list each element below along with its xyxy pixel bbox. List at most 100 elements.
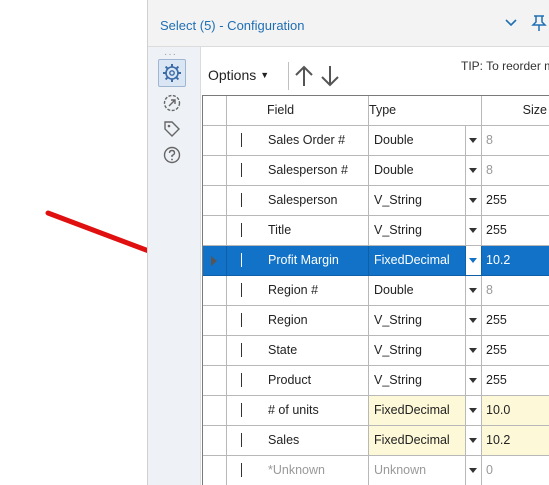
row-indicator[interactable]: [203, 156, 227, 186]
type-dropdown-button[interactable]: [466, 366, 482, 396]
include-checkbox[interactable]: [241, 343, 242, 357]
field-name-cell[interactable]: Sales Order #: [241, 126, 369, 156]
field-name-cell[interactable]: State: [241, 336, 369, 366]
table-row[interactable]: Salesperson # Double 8: [203, 156, 549, 186]
field-name-cell[interactable]: Region #: [241, 276, 369, 306]
type-cell[interactable]: Double: [369, 156, 466, 186]
table-row[interactable]: State V_String 255: [203, 336, 549, 366]
tag-icon[interactable]: [162, 119, 182, 139]
type-dropdown-button[interactable]: [466, 246, 482, 276]
panel-titlebar: Select (5) - Configuration: [148, 0, 549, 47]
include-checkbox[interactable]: [241, 403, 242, 417]
include-checkbox[interactable]: [241, 373, 242, 387]
table-row[interactable]: Profit Margin FixedDecimal 10.2: [203, 246, 549, 276]
field-name-cell[interactable]: Salesperson #: [241, 156, 369, 186]
type-dropdown-button[interactable]: [466, 126, 482, 156]
include-checkbox[interactable]: [241, 133, 242, 147]
include-checkbox[interactable]: [241, 223, 242, 237]
type-cell[interactable]: FixedDecimal: [369, 246, 466, 276]
row-indicator[interactable]: [203, 336, 227, 366]
row-indicator[interactable]: [203, 186, 227, 216]
type-dropdown-button[interactable]: [466, 336, 482, 366]
row-indicator[interactable]: [203, 126, 227, 156]
table-row[interactable]: Region # Double 8: [203, 276, 549, 306]
type-dropdown-button[interactable]: [466, 156, 482, 186]
table-row[interactable]: Sales FixedDecimal 10.2: [203, 426, 549, 456]
row-indicator[interactable]: [203, 456, 227, 485]
chevron-down-icon[interactable]: [503, 14, 519, 30]
size-cell[interactable]: 10.0: [482, 396, 549, 426]
include-checkbox[interactable]: [241, 193, 242, 207]
type-dropdown-button[interactable]: [466, 216, 482, 246]
gear-icon[interactable]: [158, 59, 186, 87]
row-indicator[interactable]: [203, 306, 227, 336]
size-cell[interactable]: 8: [482, 156, 549, 186]
field-name-cell[interactable]: Sales: [241, 426, 369, 456]
table-row[interactable]: *Unknown Unknown 0: [203, 456, 549, 485]
table-row[interactable]: Product V_String 255: [203, 366, 549, 396]
include-checkbox[interactable]: [241, 313, 242, 327]
size-cell[interactable]: 255: [482, 366, 549, 396]
type-cell[interactable]: Double: [369, 126, 466, 156]
size-cell[interactable]: 255: [482, 336, 549, 366]
include-checkbox[interactable]: [241, 283, 242, 297]
type-dropdown-button[interactable]: [466, 396, 482, 426]
table-row[interactable]: Region V_String 255: [203, 306, 549, 336]
size-cell[interactable]: 255: [482, 306, 549, 336]
row-indicator[interactable]: [203, 216, 227, 246]
column-header-type[interactable]: Type: [369, 96, 482, 126]
type-cell[interactable]: FixedDecimal: [369, 426, 466, 456]
size-cell[interactable]: 8: [482, 276, 549, 306]
type-cell[interactable]: V_String: [369, 306, 466, 336]
row-indicator[interactable]: [203, 246, 227, 276]
type-cell[interactable]: V_String: [369, 366, 466, 396]
table-row[interactable]: Sales Order # Double 8: [203, 126, 549, 156]
type-dropdown-button[interactable]: [466, 306, 482, 336]
type-dropdown-button[interactable]: [466, 276, 482, 306]
help-icon[interactable]: [162, 145, 182, 165]
field-name-cell[interactable]: Title: [241, 216, 369, 246]
table-row[interactable]: Salesperson V_String 255: [203, 186, 549, 216]
column-header-size[interactable]: Size: [482, 96, 549, 126]
type-cell[interactable]: Unknown: [369, 456, 466, 485]
type-cell[interactable]: V_String: [369, 186, 466, 216]
include-checkbox[interactable]: [241, 253, 242, 267]
options-menu-button[interactable]: Options ▼: [208, 67, 269, 83]
include-checkbox[interactable]: [241, 433, 242, 447]
table-row[interactable]: Title V_String 255: [203, 216, 549, 246]
type-value: Double: [374, 133, 414, 147]
row-indicator[interactable]: [203, 396, 227, 426]
size-cell[interactable]: 255: [482, 186, 549, 216]
row-check-cell: [227, 186, 241, 216]
field-name-cell[interactable]: Region: [241, 306, 369, 336]
type-cell[interactable]: FixedDecimal: [369, 396, 466, 426]
row-indicator[interactable]: [203, 276, 227, 306]
move-up-icon[interactable]: [293, 64, 315, 88]
pin-icon[interactable]: [528, 12, 548, 32]
field-name-cell[interactable]: Salesperson: [241, 186, 369, 216]
field-name-cell[interactable]: # of units: [241, 396, 369, 426]
size-cell[interactable]: 10.2: [482, 246, 549, 276]
size-cell[interactable]: 255: [482, 216, 549, 246]
row-indicator[interactable]: [203, 426, 227, 456]
field-name-cell[interactable]: *Unknown: [241, 456, 369, 485]
include-checkbox[interactable]: [241, 463, 242, 477]
type-dropdown-button[interactable]: [466, 456, 482, 485]
type-dropdown-button[interactable]: [466, 426, 482, 456]
size-value: 8: [486, 283, 493, 297]
move-down-icon[interactable]: [319, 64, 341, 88]
field-name-cell[interactable]: Profit Margin: [241, 246, 369, 276]
type-cell[interactable]: V_String: [369, 336, 466, 366]
size-cell[interactable]: 10.2: [482, 426, 549, 456]
field-name-cell[interactable]: Product: [241, 366, 369, 396]
include-checkbox[interactable]: [241, 163, 242, 177]
connection-icon[interactable]: [162, 93, 182, 113]
type-cell[interactable]: Double: [369, 276, 466, 306]
size-cell[interactable]: 0: [482, 456, 549, 485]
size-cell[interactable]: 8: [482, 126, 549, 156]
table-row[interactable]: # of units FixedDecimal 10.0: [203, 396, 549, 426]
type-cell[interactable]: V_String: [369, 216, 466, 246]
type-dropdown-button[interactable]: [466, 186, 482, 216]
row-indicator[interactable]: [203, 366, 227, 396]
column-header-field[interactable]: Field: [241, 96, 369, 126]
